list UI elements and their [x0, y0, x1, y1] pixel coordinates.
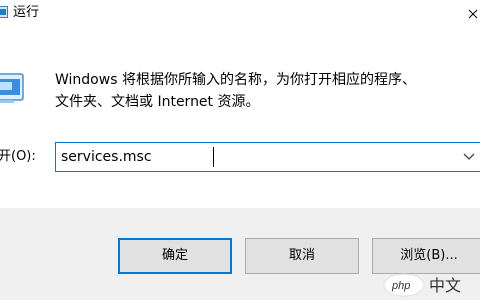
title-bar: 运行 [0, 0, 480, 34]
close-icon [468, 9, 478, 19]
run-dialog-icon [0, 73, 24, 103]
run-app-icon [0, 6, 8, 18]
description-line-1: Windows 将根据你所输入的名称，为你打开相应的程序、 [55, 72, 416, 88]
text-caret [213, 147, 214, 167]
open-combobox[interactable]: services.msc [55, 142, 480, 172]
dialog-description: Windows 将根据你所输入的名称，为你打开相应的程序、 文件夹、文档或 In… [55, 69, 470, 113]
svg-text:php: php [391, 280, 410, 292]
ok-button[interactable]: 确定 [118, 238, 232, 274]
window-title: 运行 [13, 5, 40, 20]
chevron-down-icon[interactable] [462, 151, 476, 163]
php-watermark-logo: php 中文 [383, 273, 461, 297]
browse-button[interactable]: 浏览(B)... [372, 238, 480, 274]
open-input-value[interactable]: services.msc [61, 148, 152, 166]
close-button[interactable] [463, 2, 480, 26]
description-line-2: 文件夹、文档或 Internet 资源。 [55, 94, 260, 110]
cancel-button[interactable]: 取消 [245, 238, 359, 274]
svg-text:中文: 中文 [429, 276, 461, 295]
open-label: 开(O): [0, 149, 36, 164]
